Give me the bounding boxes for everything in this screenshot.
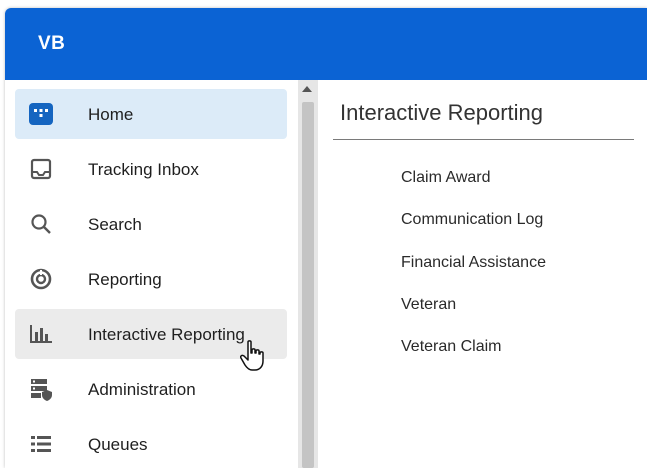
bar-chart-icon [29,322,53,346]
scroll-up-arrow-icon[interactable] [302,86,312,92]
administration-icon [29,377,53,401]
top-app-bar: VB [5,8,647,80]
sidebar-item-search[interactable]: Search [15,199,287,249]
sidebar-item-queues[interactable]: Queues [15,419,287,468]
sidebar-scrollbar[interactable] [298,80,318,468]
sidebar-item-reporting[interactable]: Reporting [15,254,287,304]
sidebar-item-label: Tracking Inbox [88,160,199,179]
search-icon [29,212,53,236]
sidebar-item-home[interactable]: Home [15,89,287,139]
queues-icon [29,432,53,456]
main-content: Interactive Reporting Claim Award Commun… [318,80,647,468]
sidebar-item-label: Administration [88,380,196,399]
sidebar-item-label: Search [88,215,142,234]
report-link-claim-award[interactable]: Claim Award [401,169,491,187]
home-icon [29,102,53,126]
sidebar-item-label: Interactive Reporting [88,325,245,344]
title-divider [333,139,634,140]
sidebar-item-label: Home [88,105,134,124]
sidebar-item-label: Reporting [88,270,162,289]
hand-pointer-cursor-icon [240,340,264,371]
app-window: VB Home Tracking Inbox Search Reporting … [5,8,647,468]
page-title: Interactive Reporting [340,100,543,125]
reporting-icon [29,267,53,291]
sidebar-nav: Home Tracking Inbox Search Reporting Int… [5,80,298,468]
report-link-financial-assistance[interactable]: Financial Assistance [401,254,546,272]
inbox-icon [29,157,53,181]
sidebar-item-tracking-inbox[interactable]: Tracking Inbox [15,144,287,194]
report-link-communication-log[interactable]: Communication Log [401,211,543,229]
scrollbar-thumb[interactable] [302,102,314,468]
report-link-veteran[interactable]: Veteran [401,296,456,314]
sidebar-item-label: Queues [88,435,148,454]
app-title[interactable]: VB [38,33,65,55]
report-link-veteran-claim[interactable]: Veteran Claim [401,338,502,356]
